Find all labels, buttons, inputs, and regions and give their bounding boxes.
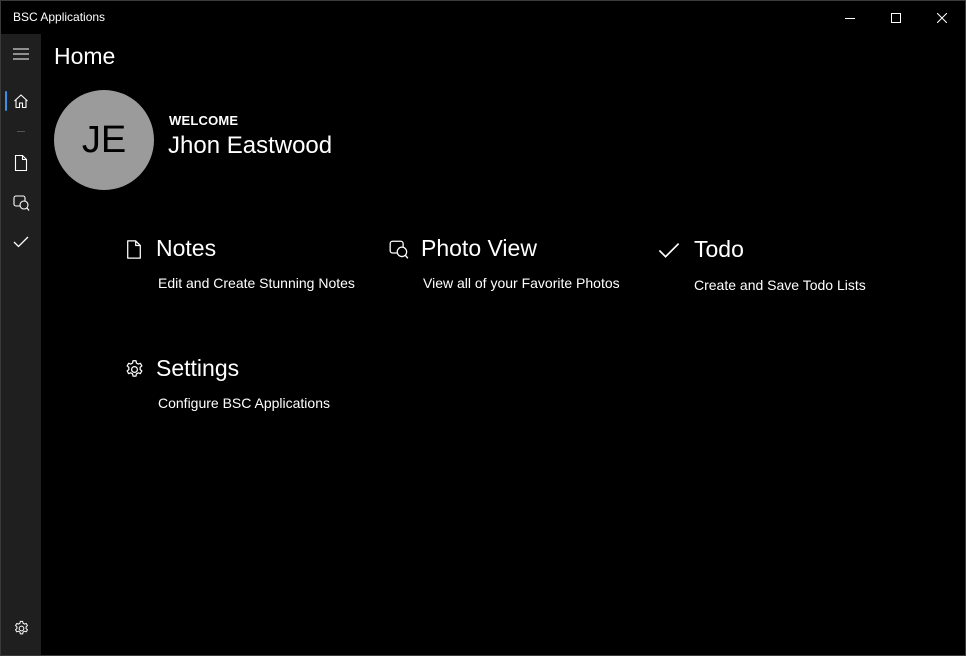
close-button[interactable] — [919, 1, 965, 34]
photo-view-description: View all of your Favorite Photos — [423, 275, 620, 291]
settings-tile[interactable]: Settings Configure BSC Applications — [122, 355, 372, 425]
notes-tile[interactable]: Notes Edit and Create Stunning Notes — [122, 235, 372, 305]
page-title: Home — [54, 43, 116, 69]
nav-item-todo[interactable] — [1, 222, 41, 262]
photo-view-tile[interactable]: Photo View View all of your Favorite Pho… — [387, 235, 637, 305]
photo-icon — [387, 237, 411, 261]
photo-view-title: Photo View — [421, 235, 537, 261]
photo-icon — [12, 195, 29, 211]
checkmark-icon — [13, 236, 29, 248]
document-icon — [14, 155, 28, 171]
hamburger-icon — [13, 48, 29, 60]
welcome-label: WELCOME — [169, 113, 239, 128]
settings-description: Configure BSC Applications — [158, 395, 330, 411]
avatar-initials: JE — [81, 118, 127, 161]
title-bar[interactable]: BSC Applications — [1, 1, 965, 34]
gear-icon — [14, 620, 28, 634]
nav-item-notes[interactable] — [1, 143, 41, 183]
maximize-button[interactable] — [873, 1, 919, 34]
app-window: BSC Applications Home JE WELCOME Jhon Ea… — [0, 0, 966, 656]
hamburger-button[interactable] — [1, 34, 41, 74]
navigation-pane — [1, 34, 41, 655]
user-name: Jhon Eastwood — [168, 132, 333, 159]
todo-tile[interactable]: Todo Create and Save Todo Lists — [657, 236, 907, 306]
app-title: BSC Applications — [13, 10, 106, 24]
nav-item-home[interactable] — [1, 81, 41, 121]
gear-icon — [122, 357, 146, 381]
avatar: JE — [54, 90, 154, 190]
settings-title: Settings — [156, 355, 240, 381]
minimize-button[interactable] — [827, 1, 873, 34]
nav-item-photo-view[interactable] — [1, 183, 41, 223]
document-icon — [122, 237, 146, 261]
notes-description: Edit and Create Stunning Notes — [158, 275, 355, 291]
checkmark-icon — [657, 238, 681, 262]
todo-description: Create and Save Todo Lists — [694, 277, 866, 293]
nav-separator — [17, 131, 25, 132]
nav-item-settings[interactable] — [1, 608, 41, 648]
close-icon — [937, 12, 947, 23]
todo-title: Todo — [694, 236, 744, 262]
home-icon — [14, 94, 28, 109]
notes-title: Notes — [156, 235, 217, 261]
maximize-icon — [891, 12, 901, 23]
minimize-icon — [845, 17, 855, 19]
